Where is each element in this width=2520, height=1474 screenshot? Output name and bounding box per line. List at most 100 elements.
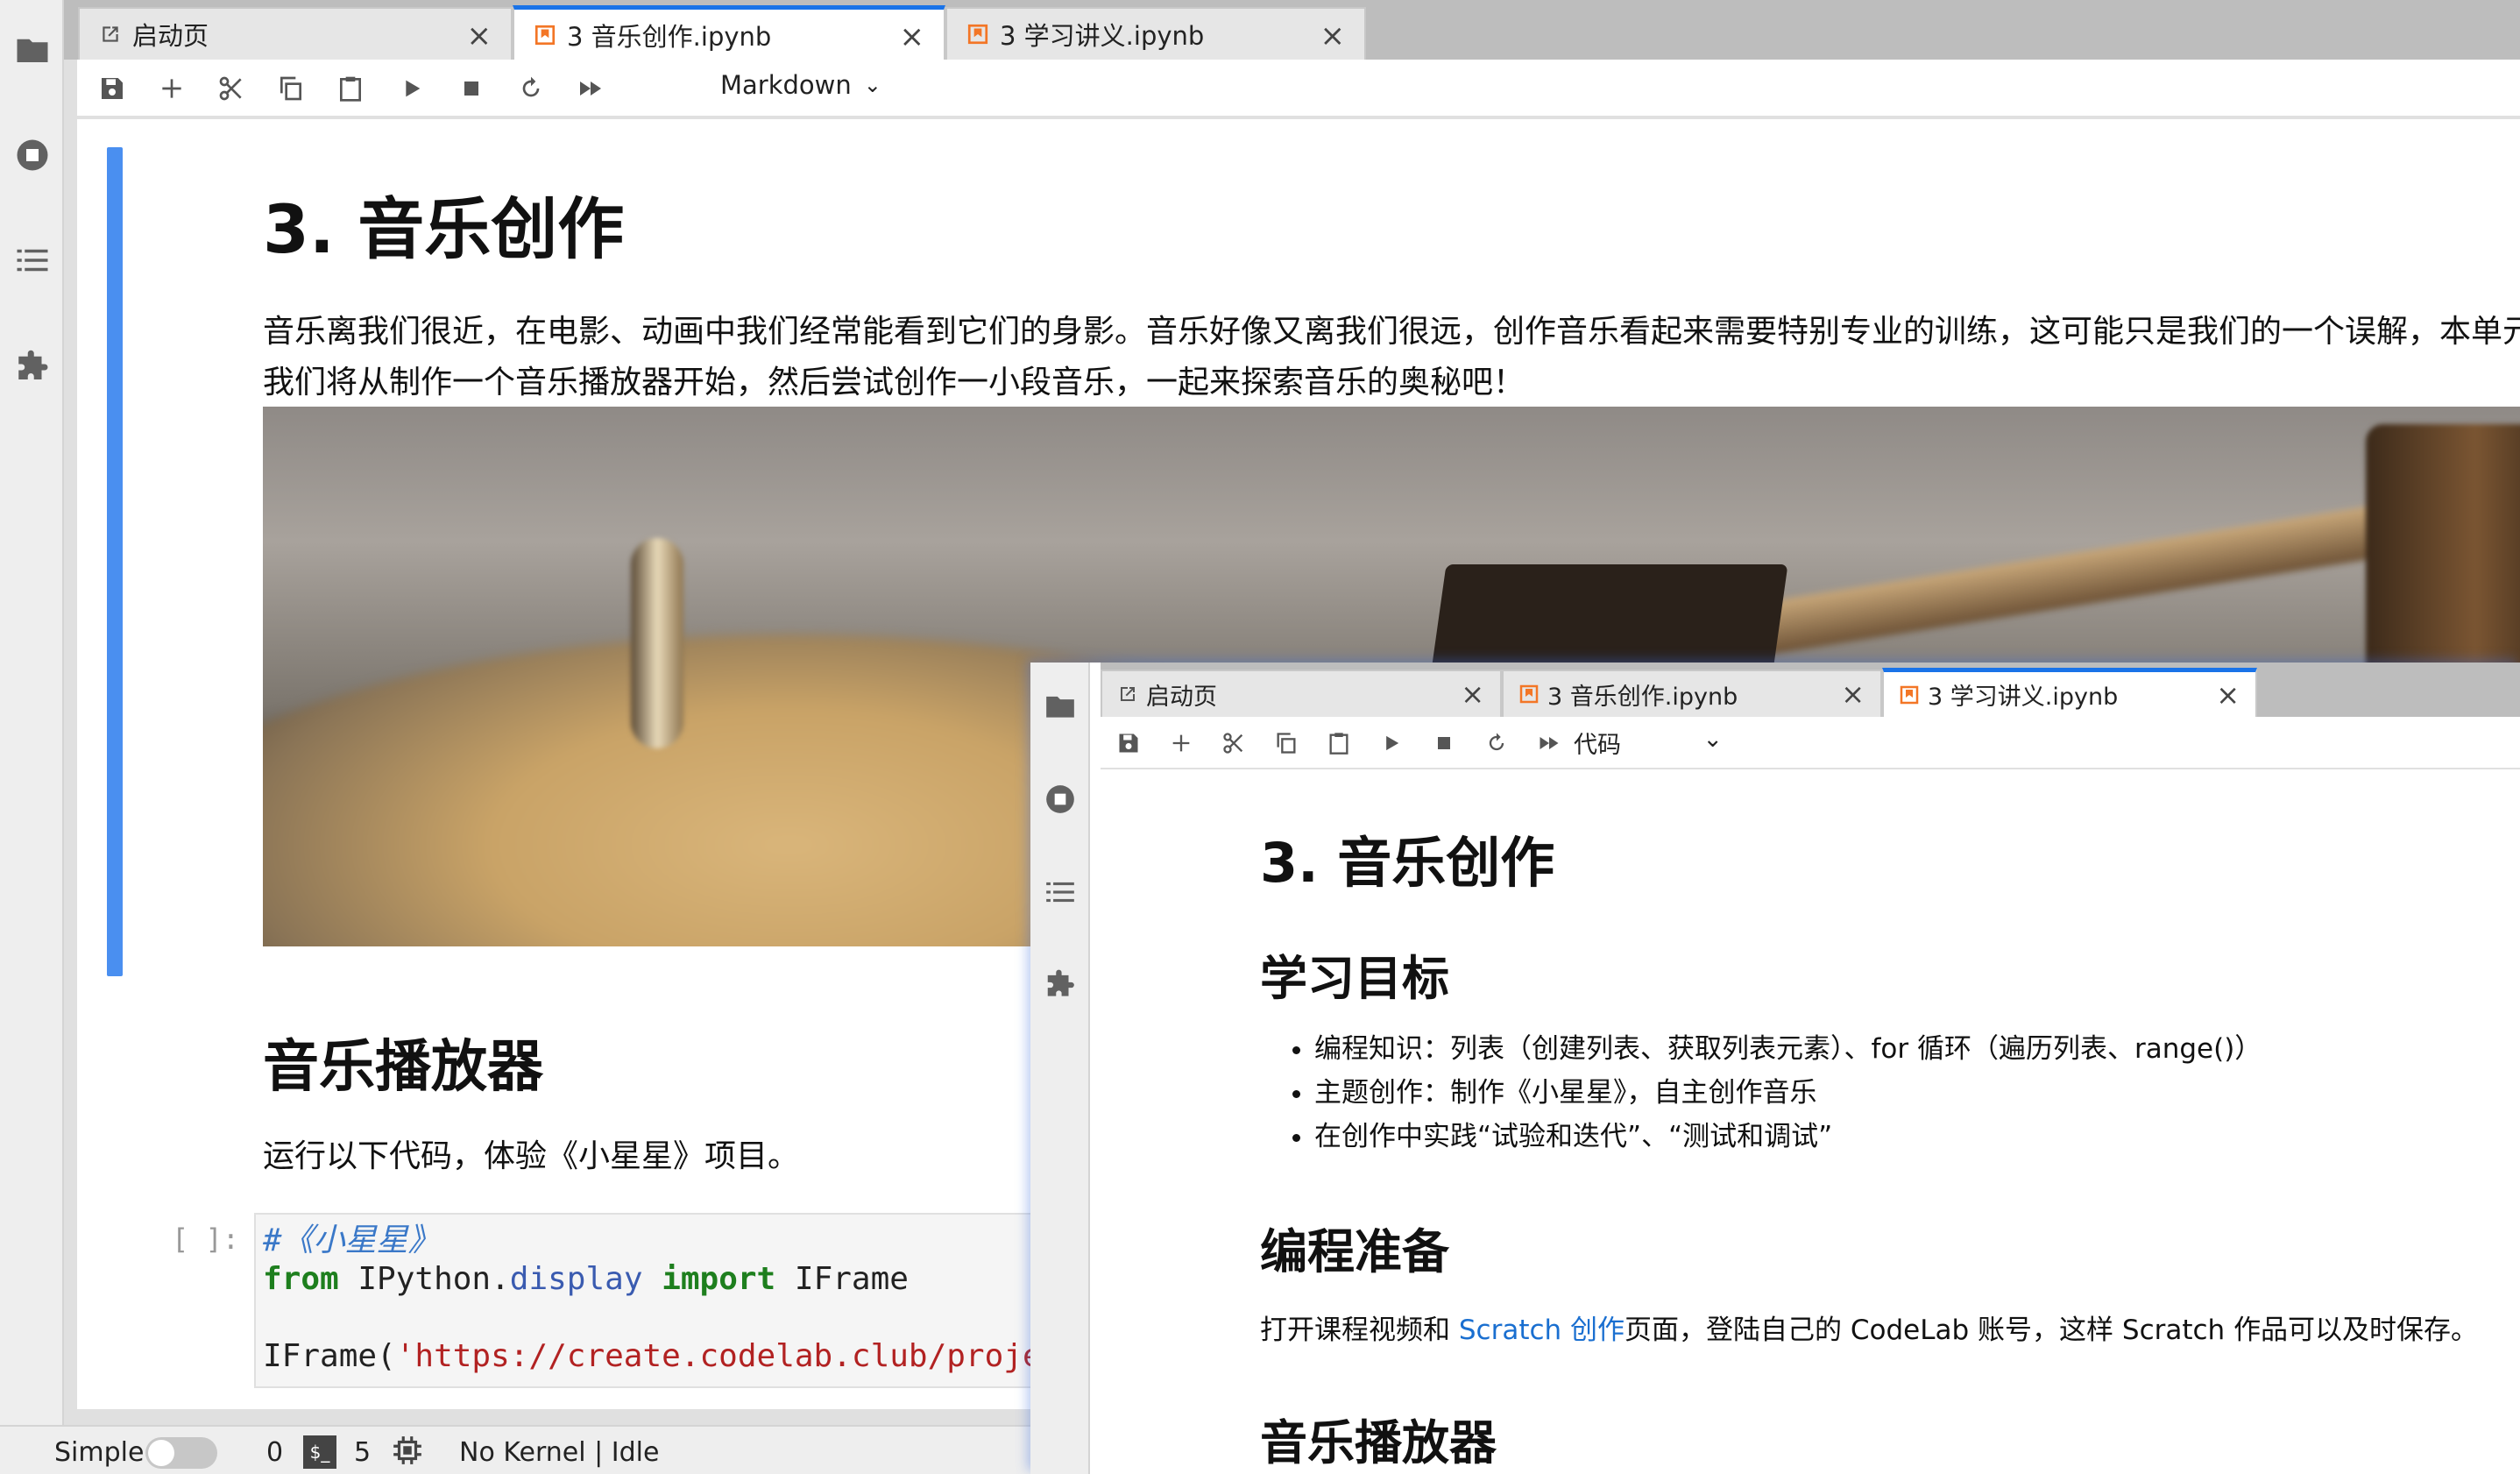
list-item: 主题创作：制作《小星星》，自主创作音乐 [1314,1071,2262,1115]
list-item: 在创作中实践“试验和迭代”、“测试和调试” [1314,1115,2262,1159]
tab-label: 3 音乐创作.ipynb [1547,683,1738,711]
prep-text: 页面，登陆自己的 CodeLab 账号，这样 Scratch 作品可以及时保存。 [1625,1315,2479,1346]
close-icon[interactable]: × [467,21,492,51]
code-content[interactable]: #《小星星》 from IPython.display import IFram… [263,1222,1117,1376]
save-icon[interactable] [1113,727,1144,759]
terminal-count[interactable]: 0 [266,1437,283,1468]
left-sidebar [1030,663,1090,1474]
close-icon[interactable]: × [1320,21,1346,51]
toc-icon[interactable] [11,238,54,282]
section-text: 运行以下代码，体验《小星星》项目。 [263,1138,800,1174]
code-comment: #《小星星》 [263,1222,440,1258]
launcher-icon [1116,683,1139,705]
cell-type-value: 代码 [1574,732,1621,759]
notebook-icon [1518,683,1540,705]
notebook-icon [532,22,558,48]
terminal-icon[interactable]: $_ [303,1435,336,1469]
tab-launcher[interactable]: 启动页 × [1101,670,1502,717]
toc-icon[interactable] [1039,871,1081,913]
simple-mode-toggle[interactable] [145,1437,217,1469]
cell-type-select[interactable]: Markdown ⌄ [720,70,881,100]
add-cell-icon[interactable] [1165,727,1197,759]
section-title: 音乐播放器 [263,1035,543,1100]
chevron-down-icon: ⌄ [863,73,881,97]
code-keyword: from [263,1261,339,1297]
paste-icon[interactable] [1323,727,1355,759]
cell-type-value: Markdown [720,70,852,100]
notebook-icon [1898,684,1921,706]
prep-title: 编程准备 [1260,1224,1449,1279]
code-module: IPython. [338,1261,510,1297]
kernel-status: No Kernel | Idle [459,1437,660,1468]
prep-text: 打开课程视频和 [1260,1315,1459,1346]
player-title: 音乐播放器 [1260,1415,1497,1470]
extension-icon[interactable] [11,345,54,389]
code-call: IFrame( [263,1338,396,1374]
goals-list: 编程知识：列表（创建列表、获取列表元素）、for 循环（遍历列表、range()… [1260,1027,2262,1159]
restart-icon[interactable] [513,71,549,106]
code-name: IFrame [775,1261,909,1297]
stop-icon[interactable] [454,71,489,106]
tab-bar: 启动页 × 3 音乐创作.ipynb × 3 学习讲义.ipynb × [1101,663,2520,717]
cut-icon[interactable] [214,71,249,106]
close-icon[interactable]: × [900,22,925,52]
extension-icon[interactable] [1039,964,1081,1006]
toggle-knob [148,1440,174,1466]
mode-label: Simple [54,1437,145,1468]
run-icon[interactable] [1376,727,1407,759]
code-module-attr: display [509,1261,643,1297]
tab-label: 启动页 [1146,683,1217,711]
spindle-shape [631,538,683,748]
notebook-toolbar: 代码 ⌄ [1101,717,2520,769]
tab-label: 3 学习讲义.ipynb [1928,684,2119,711]
kernel-chip-icon[interactable] [391,1434,424,1474]
cut-icon[interactable] [1218,727,1249,759]
tab-label: 启动页 [132,21,209,51]
cell-type-select[interactable]: 代码 ⌄ [1574,726,1723,760]
run-icon[interactable] [394,71,429,106]
tab-music-notebook[interactable]: 3 音乐创作.ipynb × [513,5,945,60]
scratch-link[interactable]: Scratch 创作 [1459,1315,1625,1346]
second-window: 启动页 × 3 音乐创作.ipynb × 3 学习讲义.ipynb × 代码 ⌄… [1030,663,2520,1474]
running-icon[interactable] [1039,778,1081,820]
close-icon[interactable]: × [1841,680,1865,708]
close-icon[interactable]: × [2216,681,2240,709]
restart-icon[interactable] [1481,727,1512,759]
left-sidebar [0,0,64,1474]
save-icon[interactable] [95,71,130,106]
tab-bar: 启动页 × 3 音乐创作.ipynb × 3 学习讲义.ipynb × [64,0,2520,60]
notebook-icon [965,21,991,47]
running-icon[interactable] [11,133,54,177]
prep-paragraph: 打开课程视频和 Scratch 创作页面，登陆自己的 CodeLab 账号，这样… [1260,1307,2478,1347]
page-title: 3. 音乐创作 [263,190,625,268]
kernel-count[interactable]: 5 [354,1437,371,1468]
paste-icon[interactable] [333,71,368,106]
tab-label: 3 音乐创作.ipynb [567,21,772,52]
notebook-toolbar: Markdown ⌄ [77,60,2520,117]
fast-forward-icon[interactable] [573,71,608,106]
intro-paragraph: 音乐离我们很近，在电影、动画中我们经常能看到它们的身影。音乐好像又离我们很远，创… [263,314,2520,400]
fast-forward-icon[interactable] [1533,727,1565,759]
goals-title: 学习目标 [1260,951,1449,1006]
copy-icon[interactable] [1271,727,1302,759]
tab-label: 3 学习讲义.ipynb [1000,21,1205,51]
tab-lecture-notebook[interactable]: 3 学习讲义.ipynb × [1882,668,2257,717]
tab-lecture-notebook[interactable]: 3 学习讲义.ipynb × [945,7,1366,60]
code-string: 'https://create.codelab.club/projects/ [395,1338,1118,1374]
folder-icon[interactable] [11,28,54,72]
close-icon[interactable]: × [1461,680,1484,708]
active-cell-indicator [107,147,123,976]
code-keyword: import [662,1261,776,1297]
tab-music-notebook[interactable]: 3 音乐创作.ipynb × [1502,670,1882,717]
cell-prompt: [ ]: [172,1222,240,1256]
chevron-down-icon: ⌄ [1702,726,1723,753]
list-item: 编程知识：列表（创建列表、获取列表元素）、for 循环（遍历列表、range()… [1314,1027,2262,1071]
page-title: 3. 音乐创作 [1260,831,1555,895]
folder-icon[interactable] [1039,685,1081,727]
copy-icon[interactable] [273,71,308,106]
launcher-icon [97,21,124,47]
stop-icon[interactable] [1428,727,1460,759]
tab-launcher[interactable]: 启动页 × [78,7,513,60]
add-cell-icon[interactable] [154,71,189,106]
status-bar: Simple 0 $_ 5 No Kernel | Idle [0,1425,1032,1474]
